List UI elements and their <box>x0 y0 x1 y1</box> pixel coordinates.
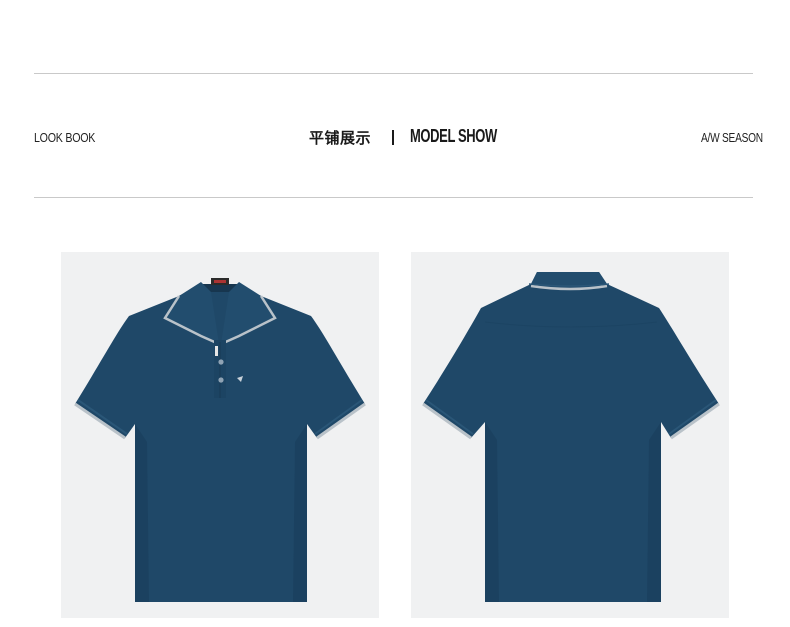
polo-shirt-front-image <box>74 278 366 602</box>
section-header: LOOK BOOK 平铺展示 MODEL SHOW A/W SEASON <box>0 125 790 149</box>
polo-shirt-back-image <box>422 272 720 602</box>
product-image-front[interactable] <box>61 252 379 618</box>
title-separator <box>392 130 394 145</box>
season-label: A/W SEASON <box>701 130 763 145</box>
product-image-back[interactable] <box>411 252 729 618</box>
look-book-label: LOOK BOOK <box>34 130 96 145</box>
section-title-en: MODEL SHOW <box>410 126 497 146</box>
shirt-body <box>75 284 365 602</box>
top-divider-line <box>34 73 753 74</box>
bottom-divider-line <box>34 197 753 198</box>
section-title-cn: 平铺展示 <box>309 129 372 147</box>
